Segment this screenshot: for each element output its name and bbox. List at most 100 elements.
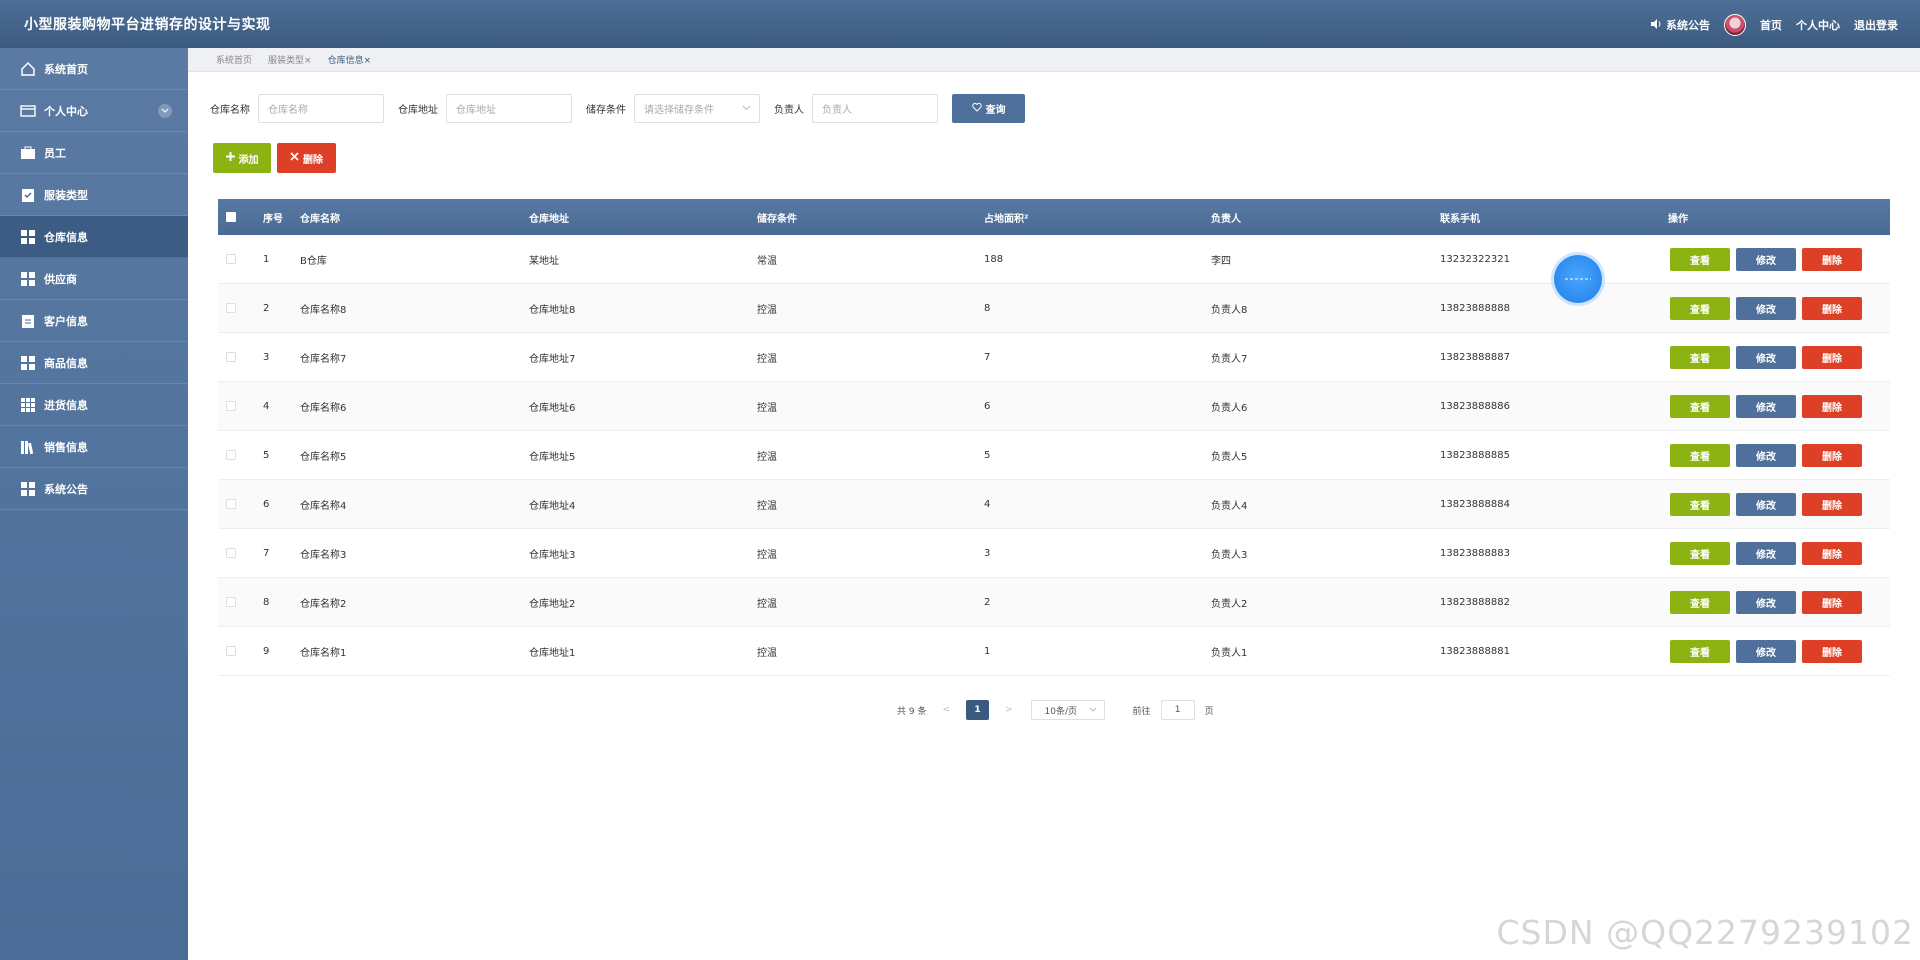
edit-button[interactable]: 修改 [1736, 296, 1796, 320]
row-checkbox[interactable] [226, 431, 236, 479]
sidebar-item-label: 仓库信息 [44, 230, 88, 244]
chevron-down-icon [1089, 705, 1097, 715]
sidebar-item-10[interactable]: 系统公告 [0, 468, 188, 510]
close-icon[interactable]: × [304, 56, 312, 66]
goto-input[interactable]: 1 [1160, 700, 1195, 720]
delete-button[interactable]: 删除 [1802, 345, 1862, 369]
breadcrumb: 系统首页 服装类型× 仓库信息× [188, 48, 1920, 72]
table-cell: 负责人5 [1211, 451, 1248, 463]
table-cell: 控温 [757, 304, 777, 316]
edit-button[interactable]: 修改 [1736, 443, 1796, 467]
table-cell: 13823888888 [1440, 302, 1510, 314]
tab-0[interactable]: 系统首页 [216, 53, 252, 66]
delete-button[interactable]: 删除 [1802, 590, 1862, 614]
delete-button[interactable]: 删除 [1802, 296, 1862, 320]
page-size-select[interactable]: 10条/页 [1030, 700, 1105, 720]
sidebar-item-7[interactable]: 商品信息 [0, 342, 188, 384]
row-checkbox[interactable] [226, 480, 236, 528]
next-page-button[interactable]: > [999, 705, 1019, 715]
sidebar-item-label: 服装类型 [44, 188, 88, 202]
table-cell: 1 [984, 645, 991, 657]
profile-link[interactable]: 个人中心 [1796, 17, 1840, 33]
home-link[interactable]: 首页 [1760, 17, 1782, 33]
row-actions: 查看 修改 删除 [1670, 578, 1862, 626]
edit-button[interactable]: 修改 [1736, 639, 1796, 663]
tab-2[interactable]: 仓库信息× [328, 53, 372, 66]
row-checkbox[interactable] [226, 529, 236, 577]
edit-button[interactable]: 修改 [1736, 492, 1796, 516]
address-label: 仓库地址 [398, 105, 438, 116]
table-cell: 13823888884 [1440, 498, 1510, 510]
column-header: 联系手机 [1440, 213, 1480, 225]
sidebar-item-8[interactable]: 进货信息 [0, 384, 188, 426]
delete-button[interactable]: 删除 [1802, 394, 1862, 418]
chevron-down-icon[interactable] [158, 103, 172, 118]
avatar[interactable] [1724, 14, 1746, 36]
table-cell: 某地址 [529, 255, 559, 267]
edit-button[interactable]: 修改 [1736, 394, 1796, 418]
row-checkbox[interactable] [226, 578, 236, 626]
tab-1[interactable]: 服装类型× [268, 53, 312, 66]
row-checkbox[interactable] [226, 235, 236, 283]
name-input[interactable]: 仓库名称 [258, 94, 384, 123]
row-checkbox[interactable] [226, 382, 236, 430]
close-icon[interactable]: × [364, 56, 372, 66]
delete-button[interactable]: 删除 [1802, 492, 1862, 516]
sidebar-item-2[interactable]: 员工 [0, 132, 188, 174]
sidebar-item-0[interactable]: 系统首页 [0, 48, 188, 90]
view-button[interactable]: 查看 [1670, 394, 1730, 418]
edit-button[interactable]: 修改 [1736, 345, 1796, 369]
add-button[interactable]: 添加 [213, 143, 271, 173]
view-button[interactable]: 查看 [1670, 345, 1730, 369]
view-button[interactable]: 查看 [1670, 247, 1730, 271]
view-button[interactable]: 查看 [1670, 492, 1730, 516]
edit-button[interactable]: 修改 [1736, 541, 1796, 565]
view-button[interactable]: 查看 [1670, 541, 1730, 565]
row-checkbox[interactable] [226, 284, 236, 332]
floating-assistant-icon[interactable] [1554, 255, 1602, 303]
table-cell: 控温 [757, 353, 777, 365]
sidebar-item-5[interactable]: 供应商 [0, 258, 188, 300]
sidebar-item-1[interactable]: 个人中心 [0, 90, 188, 132]
view-button[interactable]: 查看 [1670, 639, 1730, 663]
select-all-checkbox[interactable] [226, 199, 236, 235]
delete-button[interactable]: 删除 [1802, 639, 1862, 663]
table-cell: 13823888885 [1440, 449, 1510, 461]
edit-button[interactable]: 修改 [1736, 247, 1796, 271]
sidebar-item-4[interactable]: 仓库信息 [0, 216, 188, 258]
notice-label: 系统公告 [1666, 19, 1710, 32]
view-button[interactable]: 查看 [1670, 590, 1730, 614]
table-cell: 仓库地址2 [529, 598, 576, 610]
view-button[interactable]: 查看 [1670, 296, 1730, 320]
table-cell: 负责人8 [1211, 304, 1248, 316]
checkbox-box [226, 212, 236, 222]
manager-input[interactable]: 负责人 [812, 94, 938, 123]
query-button[interactable]: 查询 [952, 94, 1025, 123]
row-checkbox[interactable] [226, 627, 236, 675]
table-cell: 控温 [757, 402, 777, 414]
delete-button[interactable]: 删除 [1802, 247, 1862, 271]
delete-button[interactable]: 删除 [1802, 541, 1862, 565]
sidebar-item-3[interactable]: 服装类型 [0, 174, 188, 216]
table-row: 1 B仓库 某地址 常温 188 李四 13232322321 查看 修改 删除 [218, 235, 1890, 284]
address-input[interactable]: 仓库地址 [446, 94, 572, 123]
sidebar-item-9[interactable]: 销售信息 [0, 426, 188, 468]
edit-button[interactable]: 修改 [1736, 590, 1796, 614]
notice-link[interactable]: 系统公告 [1650, 17, 1710, 33]
view-button[interactable]: 查看 [1670, 443, 1730, 467]
table-cell: 控温 [757, 451, 777, 463]
page-1-button[interactable]: 1 [966, 700, 989, 720]
table-row: 3 仓库名称7 仓库地址7 控温 7 负责人7 13823888887 查看 修改 删除 [218, 333, 1890, 382]
briefcase-icon [20, 145, 36, 161]
table-cell: 13823888887 [1440, 351, 1510, 363]
batch-delete-button[interactable]: 删除 [277, 143, 336, 173]
row-checkbox[interactable] [226, 333, 236, 381]
sidebar-item-6[interactable]: 客户信息 [0, 300, 188, 342]
logout-link[interactable]: 退出登录 [1854, 17, 1898, 33]
condition-select[interactable]: 请选择储存条件 [634, 94, 760, 123]
sidebar-item-label: 客户信息 [44, 314, 88, 328]
column-header: 储存条件 [757, 213, 797, 225]
prev-page-button[interactable]: < [936, 705, 956, 715]
delete-button[interactable]: 删除 [1802, 443, 1862, 467]
table-cell: 常温 [757, 255, 777, 267]
